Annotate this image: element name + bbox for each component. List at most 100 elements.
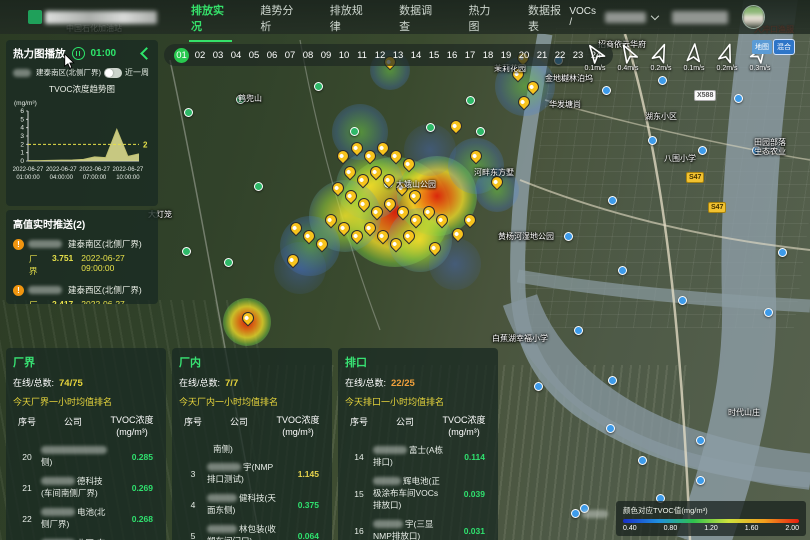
- hour-item[interactable]: 01: [174, 48, 189, 63]
- legend-poi: [571, 509, 610, 518]
- poi-marker[interactable]: [638, 456, 647, 465]
- nav-tab[interactable]: 热力图: [466, 0, 500, 42]
- table-row[interactable]: 21德科技(车间南侧厂界)0.269: [13, 476, 159, 500]
- table-row[interactable]: 3宇(NMP排口测试)1.145: [179, 462, 325, 486]
- online-value: 7/7: [225, 378, 238, 389]
- hour-item[interactable]: 20: [517, 50, 531, 61]
- map-type-normal-button[interactable]: 地图: [752, 40, 772, 54]
- hour-item[interactable]: 03: [211, 50, 225, 61]
- hour-item[interactable]: 17: [463, 50, 477, 61]
- playback-toggle[interactable]: [104, 68, 122, 78]
- wind-indicator: 0.2m/s: [648, 42, 674, 72]
- poi-marker[interactable]: [184, 108, 193, 117]
- hour-item[interactable]: 02: [193, 50, 207, 61]
- poi-marker[interactable]: [618, 266, 627, 275]
- poi-marker[interactable]: [696, 436, 705, 445]
- hour-item[interactable]: 13: [391, 50, 405, 61]
- hour-item[interactable]: 16: [445, 50, 459, 61]
- table-row[interactable]: 14富士(A栋排口)0.114: [345, 445, 491, 469]
- col-no: 序号: [13, 415, 41, 428]
- map-label: 时代山庄: [728, 408, 760, 417]
- poi-marker[interactable]: [314, 82, 323, 91]
- hour-item[interactable]: 06: [265, 50, 279, 61]
- svg-text:2022-06-27: 2022-06-27: [46, 167, 77, 173]
- rank-title: 今天排口一小时均值排名: [345, 395, 491, 408]
- map-label: 白蕉湖幸福小学: [492, 334, 548, 343]
- poi-marker[interactable]: [350, 127, 359, 136]
- col-value-label: TVOC浓度: [437, 415, 491, 427]
- table-row[interactable]: 20侧)0.285: [13, 445, 159, 469]
- poi-marker[interactable]: [696, 476, 705, 485]
- high-value-push-panel: 高值实时推送(2) 建泰南区(北侧厂界)厂界3.7512022-06-27 09…: [6, 210, 158, 304]
- table-row[interactable]: 5林包装(收塑车间门口)0.064: [179, 524, 325, 540]
- nav-tab[interactable]: 数据调查: [397, 0, 440, 42]
- svg-text:3: 3: [20, 133, 24, 140]
- col-company: 公司: [41, 415, 105, 428]
- poi-marker[interactable]: [602, 86, 611, 95]
- col-value: TVOC浓度(mg/m³): [271, 415, 325, 438]
- poi-marker[interactable]: [778, 248, 787, 257]
- trend-chart-title: TVOC浓度趋势图: [13, 83, 151, 95]
- nav-tab[interactable]: 排放规律: [328, 0, 371, 42]
- svg-text:2022-06-27: 2022-06-27: [79, 167, 110, 173]
- table-row[interactable]: 4健科技(天面东侧)0.375: [179, 493, 325, 517]
- nav-tab[interactable]: 趋势分析: [258, 0, 301, 42]
- vocs-value-blurred: [605, 12, 645, 23]
- hour-item[interactable]: 07: [283, 50, 297, 61]
- poi-marker[interactable]: [734, 94, 743, 103]
- poi-marker[interactable]: [608, 196, 617, 205]
- range-label[interactable]: 近一周: [125, 67, 149, 78]
- poi-marker[interactable]: [678, 296, 687, 305]
- hour-item[interactable]: 09: [319, 50, 333, 61]
- col-value-label: TVOC浓度: [271, 415, 325, 427]
- table-row[interactable]: 22电池(北侧厂界)0.268: [13, 507, 159, 531]
- push-alert-item[interactable]: 建泰西区(北侧厂界)厂界2.4172022-06-27 09:00:00: [13, 284, 151, 304]
- poi-marker[interactable]: [648, 136, 657, 145]
- poi-marker[interactable]: [466, 96, 475, 105]
- row-no: 21: [13, 483, 41, 493]
- hour-item[interactable]: 10: [337, 50, 351, 61]
- table-row[interactable]: 15辉电池(正极涂布车间VOCs排放口)0.039: [345, 476, 491, 512]
- svg-text:07:00:00: 07:00:00: [83, 175, 107, 181]
- hour-item[interactable]: 05: [247, 50, 261, 61]
- poi-marker[interactable]: [426, 123, 435, 132]
- online-count: 在线/总数:22/25: [345, 376, 491, 389]
- poi-marker[interactable]: [224, 258, 233, 267]
- hour-item[interactable]: 12: [373, 50, 387, 61]
- table-row[interactable]: 16宇(三显NMP排放口)0.031: [345, 519, 491, 540]
- hour-item[interactable]: 18: [481, 50, 495, 61]
- poi-marker[interactable]: [606, 424, 615, 433]
- push-alert-item[interactable]: 建泰南区(北侧厂界)厂界3.7512022-06-27 09:00:00: [13, 238, 151, 277]
- row-no: 4: [179, 500, 207, 510]
- poi-marker[interactable]: [764, 308, 773, 317]
- row-overflow-text: 南侧): [213, 443, 325, 455]
- hour-item[interactable]: 21: [535, 50, 549, 61]
- hour-item[interactable]: 04: [229, 50, 243, 61]
- hour-item[interactable]: 11: [355, 50, 369, 61]
- hour-item[interactable]: 14: [409, 50, 423, 61]
- poi-marker[interactable]: [698, 146, 707, 155]
- map-type-hybrid-button[interactable]: 混合: [774, 40, 794, 54]
- playback-title: 热力图播放: [13, 46, 66, 61]
- nav-tabs: 排放实况趋势分析排放规律数据调查热力图数据报表: [189, 0, 569, 42]
- vocs-selector[interactable]: VOCs /: [569, 6, 657, 28]
- poi-marker[interactable]: [608, 376, 617, 385]
- poi-marker[interactable]: [658, 76, 667, 85]
- nav-tab[interactable]: 排放实况: [189, 0, 232, 42]
- poi-marker[interactable]: [534, 382, 543, 391]
- hour-item[interactable]: 15: [427, 50, 441, 61]
- panel-title: 厂内: [179, 354, 325, 370]
- collapse-chevron-icon[interactable]: [140, 47, 153, 60]
- poi-marker[interactable]: [254, 182, 263, 191]
- poi-marker[interactable]: [182, 247, 191, 256]
- legend-tick-label: 2.00: [785, 525, 799, 532]
- hour-item[interactable]: 19: [499, 50, 513, 61]
- hour-item[interactable]: 22: [553, 50, 567, 61]
- avatar[interactable]: [742, 5, 765, 29]
- nav-tab[interactable]: 数据报表: [526, 0, 569, 42]
- poi-marker[interactable]: [574, 326, 583, 335]
- poi-marker[interactable]: [564, 232, 573, 241]
- poi-marker[interactable]: [476, 127, 485, 136]
- hour-item[interactable]: 08: [301, 50, 315, 61]
- push-value: 3.751: [52, 253, 73, 277]
